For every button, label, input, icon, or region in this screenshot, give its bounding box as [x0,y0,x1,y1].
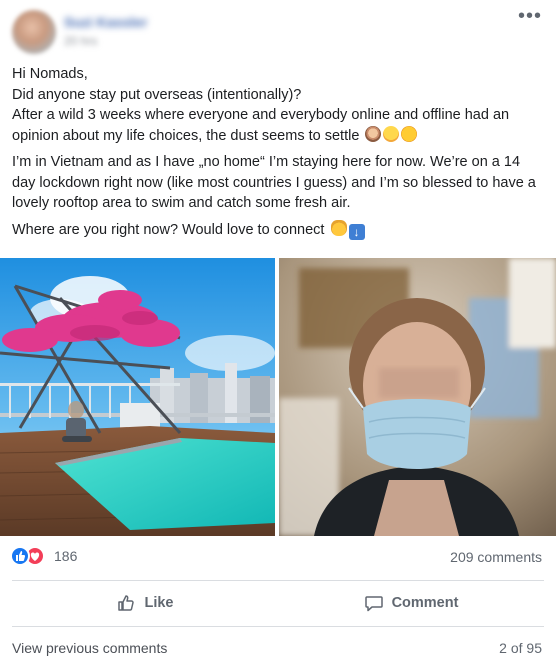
rooftop-pool-illustration [0,258,275,536]
post-timestamp[interactable]: 20 hrs [64,34,97,48]
divider [12,580,544,581]
like-button[interactable]: Like [12,584,278,622]
view-previous-comments-link[interactable]: View previous comments [12,640,167,656]
waving-hand-emoji [330,219,347,236]
post-line-connect-text: Where are you right now? Would love to c… [12,221,325,238]
thumbs-up-icon [118,595,135,611]
comment-count[interactable]: 209 comments [450,549,542,565]
post-text: Hi Nomads, Did anyone stay put overseas … [12,64,546,240]
like-reaction-icon [10,546,30,566]
more-options-button[interactable]: ••• [514,4,546,32]
down-arrow-emoji: ↓ [348,223,365,240]
post-line-connect: Where are you right now? Would love to c… [12,219,546,241]
divider [12,626,544,627]
author-avatar[interactable] [12,10,56,54]
post-line-context: After a wild 3 weeks where everyone and … [12,105,546,146]
author-name[interactable]: Suzi Kassler [64,14,147,30]
comment-pager: 2 of 95 [499,640,542,656]
rooftop-pool-photo[interactable] [0,258,275,536]
flushed-face-emoji [383,125,400,142]
post-line-greeting: Hi Nomads, [12,66,88,82]
post-line-question: Did anyone stay put overseas (intentiona… [12,86,302,103]
comment-button-label: Comment [391,595,459,611]
post-header: Suzi Kassler 20 hrs ••• [0,0,556,62]
comment-bubble-icon [364,596,383,612]
masked-selfie-photo[interactable] [279,258,556,536]
masked-selfie-illustration [279,258,556,536]
rofl-emoji [398,122,421,145]
more-dots-icon: ••• [517,5,542,27]
facebook-post: Suzi Kassler 20 hrs ••• Hi Nomads, Did a… [0,0,556,662]
like-button-label: Like [144,595,174,611]
reaction-count: 186 [54,548,78,564]
post-line-context-text: After a wild 3 weeks where everyone and … [12,107,510,144]
woman-shrugging-emoji [365,125,382,142]
post-line-vietnam: I’m in Vietnam and as I have „no home“ I… [12,154,536,211]
comment-button[interactable]: Comment [278,584,544,622]
